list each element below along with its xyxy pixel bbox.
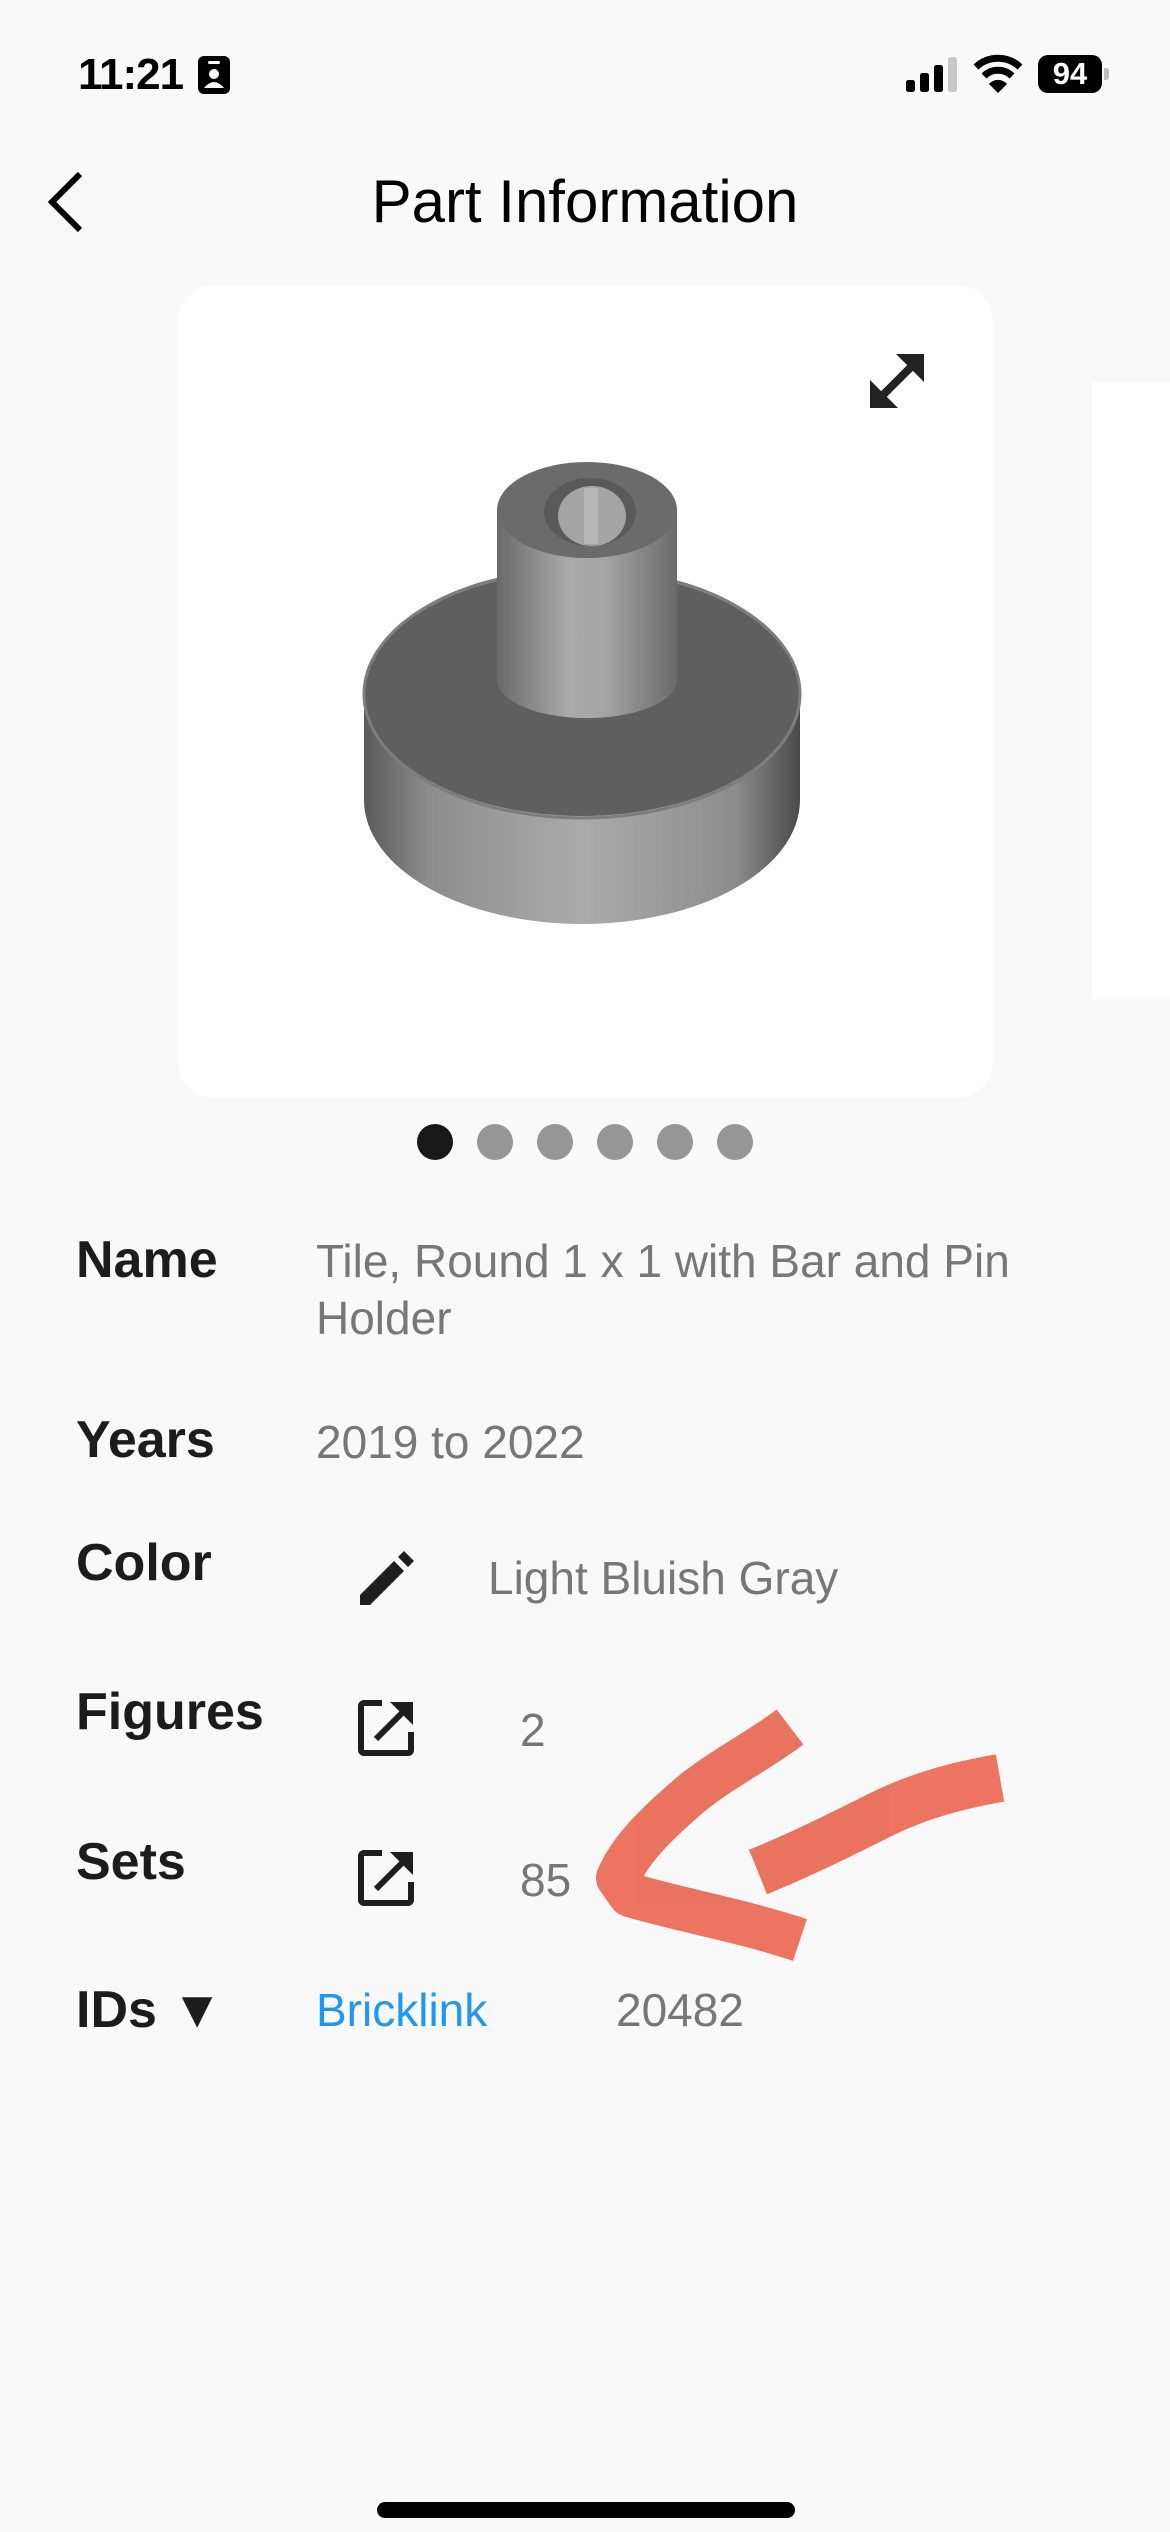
battery-indicator: 94 bbox=[1038, 55, 1110, 93]
expand-image-button[interactable] bbox=[862, 346, 932, 416]
name-value: Tile, Round 1 x 1 with Bar and Pin Holde… bbox=[316, 1233, 1010, 1347]
pager-dot-1[interactable] bbox=[417, 1124, 453, 1160]
annotation-stroke-head bbox=[596, 1709, 807, 1961]
contact-card-icon bbox=[198, 56, 230, 94]
sets-count: 85 bbox=[520, 1854, 572, 1906]
carousel-pager bbox=[0, 1124, 1170, 1160]
next-image-card-peek[interactable] bbox=[1092, 382, 1170, 999]
pencil-icon bbox=[360, 1551, 414, 1605]
cellular-signal-icon bbox=[904, 56, 960, 92]
open-sets-button[interactable] bbox=[358, 1849, 416, 1907]
open-in-new-icon bbox=[358, 1850, 414, 1906]
years-value: 2019 to 2022 bbox=[316, 1416, 585, 1468]
color-value: Light Bluish Gray bbox=[488, 1552, 839, 1604]
pager-dot-6[interactable] bbox=[717, 1124, 753, 1160]
name-value-line-1: Tile, Round 1 x 1 with Bar and Pin bbox=[316, 1235, 1010, 1287]
annotation-stroke-shaft bbox=[748, 1754, 1005, 1895]
battery-level: 94 bbox=[1038, 55, 1102, 93]
name-label: Name bbox=[76, 1231, 218, 1289]
open-figures-button[interactable] bbox=[358, 1699, 416, 1757]
part-image bbox=[350, 450, 820, 940]
wifi-icon bbox=[973, 54, 1023, 94]
pager-dot-3[interactable] bbox=[537, 1124, 573, 1160]
sets-label: Sets bbox=[76, 1833, 186, 1891]
years-label: Years bbox=[76, 1411, 215, 1469]
pager-dot-4[interactable] bbox=[597, 1124, 633, 1160]
color-label: Color bbox=[76, 1534, 212, 1592]
bricklink-link[interactable]: Bricklink bbox=[316, 1982, 487, 2039]
name-value-line-2: Holder bbox=[316, 1292, 452, 1344]
pager-dot-5[interactable] bbox=[657, 1124, 693, 1160]
status-time: 11:21 bbox=[78, 50, 184, 99]
open-in-new-icon bbox=[358, 1700, 414, 1756]
expand-diagonal-icon bbox=[870, 354, 924, 408]
ids-toggle[interactable]: IDs ▼ bbox=[76, 1980, 223, 2040]
home-indicator[interactable] bbox=[377, 2502, 795, 2518]
battery-nub bbox=[1104, 68, 1109, 80]
page-title: Part Information bbox=[371, 168, 799, 235]
figures-label: Figures bbox=[76, 1683, 264, 1741]
pager-dot-2[interactable] bbox=[477, 1124, 513, 1160]
edit-color-button[interactable] bbox=[358, 1549, 416, 1607]
bricklink-id: 20482 bbox=[616, 1984, 744, 2036]
figures-count: 2 bbox=[520, 1704, 546, 1756]
